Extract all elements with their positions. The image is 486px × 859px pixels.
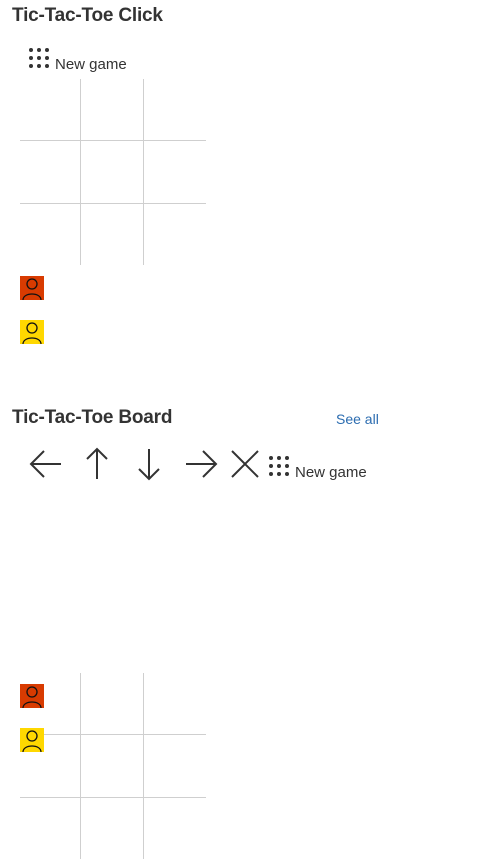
person-icon [20, 728, 44, 753]
board-cell[interactable] [144, 735, 206, 797]
board-cell[interactable] [20, 79, 82, 141]
player-one-avatar [20, 684, 44, 709]
board-cell[interactable] [82, 797, 144, 859]
board-cell[interactable] [20, 203, 82, 265]
move-up-button[interactable] [80, 447, 114, 481]
board-cell[interactable] [144, 203, 206, 265]
board-cell[interactable] [82, 735, 144, 797]
arrow-right-icon [186, 450, 218, 478]
board-cell[interactable] [20, 141, 82, 203]
arrow-left-icon [29, 450, 61, 478]
player-two-avatar [20, 728, 44, 753]
click-board [20, 79, 206, 265]
board-cell[interactable] [20, 797, 82, 859]
person-icon [20, 320, 44, 345]
board-section-title: Tic-Tac-Toe Board [12, 407, 173, 428]
player-one-avatar [20, 276, 44, 301]
see-all-link[interactable]: See all [336, 411, 379, 427]
grid-dots-icon [29, 48, 55, 72]
player-two-avatar [20, 320, 44, 345]
board-new-game-button[interactable]: New game [269, 456, 367, 480]
board-cell[interactable] [82, 203, 144, 265]
grid-dots-icon [269, 456, 295, 480]
new-game-label: New game [295, 464, 367, 481]
move-right-button[interactable] [184, 447, 218, 481]
arrow-up-icon [86, 447, 108, 479]
board-cell[interactable] [82, 79, 144, 141]
close-icon [231, 450, 259, 478]
board-cell[interactable] [82, 673, 144, 735]
new-game-label: New game [55, 56, 127, 73]
board-cell[interactable] [144, 79, 206, 141]
board-cell[interactable] [82, 141, 144, 203]
board-cell[interactable] [144, 141, 206, 203]
move-left-button[interactable] [29, 447, 63, 481]
click-section-title: Tic-Tac-Toe Click [12, 5, 163, 26]
board-cell[interactable] [144, 797, 206, 859]
move-down-button[interactable] [132, 447, 166, 481]
arrow-down-icon [138, 449, 160, 481]
click-new-game-button[interactable]: New game [29, 48, 127, 72]
person-icon [20, 276, 44, 301]
game-board [20, 673, 206, 859]
close-button[interactable] [228, 447, 262, 481]
person-icon [20, 684, 44, 709]
board-cell[interactable] [144, 673, 206, 735]
